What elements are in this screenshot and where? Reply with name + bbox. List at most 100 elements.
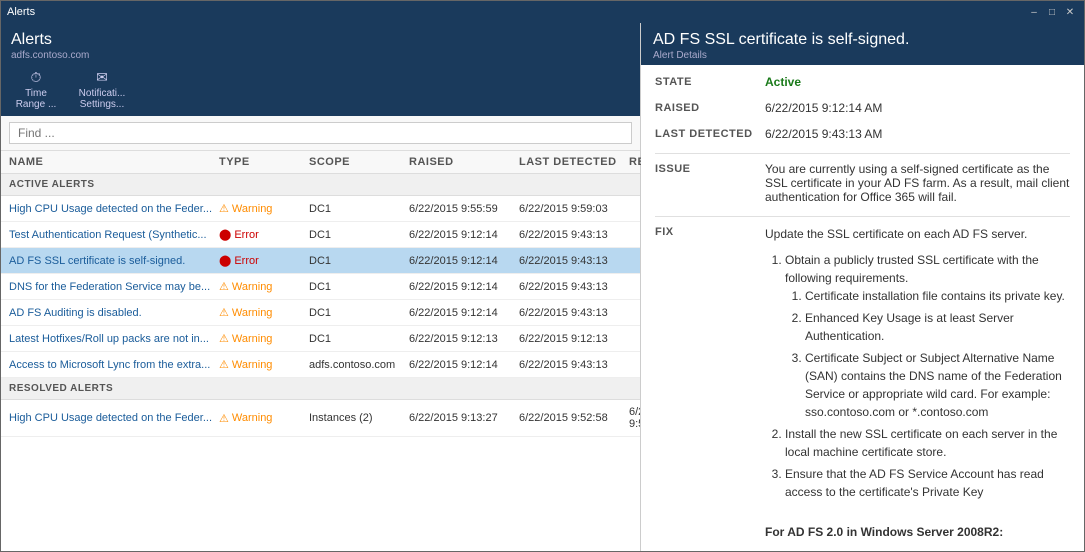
maximize-button[interactable]: □ (1044, 5, 1060, 19)
alert-raised: 6/22/2015 9:12:14 (409, 307, 519, 319)
bold-section: For AD FS 2.0 in Windows Server 2008R2: (765, 523, 1070, 541)
alert-raised: 6/22/2015 9:12:14 (409, 281, 519, 293)
detail-title: AD FS SSL certificate is self-signed. (653, 31, 1072, 49)
alert-raised: 6/22/2015 9:12:13 (409, 333, 519, 345)
fix-sub-step-1b: Enhanced Key Usage is at least Server Au… (805, 309, 1070, 345)
last-detected-row: LAST DETECTED 6/22/2015 9:43:13 AM (655, 127, 1070, 141)
resolved-alerts-header: RESOLVED ALERTS (1, 378, 640, 400)
notification-label: Notificati...Settings... (79, 88, 126, 110)
alert-row-selected[interactable]: AD FS SSL certificate is self-signed. ⬤ … (1, 248, 640, 274)
col-type: TYPE (219, 156, 309, 168)
state-label: STATE (655, 75, 765, 88)
alert-name: DNS for the Federation Service may be... (9, 281, 219, 293)
col-raised: RAISED (409, 156, 519, 168)
alert-raised: 6/22/2015 9:12:14 (409, 255, 519, 267)
alert-last-detected: 6/22/2015 9:43:13 (519, 359, 629, 371)
search-input[interactable] (9, 122, 632, 144)
alert-row[interactable]: High CPU Usage detected on the Feder... … (1, 400, 640, 437)
alert-scope: DC1 (309, 203, 409, 215)
alert-type: ⬤ Error (219, 228, 309, 241)
notification-settings-button[interactable]: ✉ Notificati...Settings... (77, 69, 127, 110)
toolbar: ⏱ TimeRange ... ✉ Notificati...Settings.… (1, 65, 640, 116)
panel-title: Alerts (11, 31, 630, 49)
alert-raised: 6/22/2015 9:12:14 (409, 359, 519, 371)
error-icon: ⬤ (219, 254, 231, 267)
alert-row[interactable]: Test Authentication Request (Synthetic..… (1, 222, 640, 248)
fix-value: Update the SSL certificate on each AD FS… (765, 225, 1070, 551)
warning-icon: ⚠ (219, 202, 229, 215)
time-range-button[interactable]: ⏱ TimeRange ... (11, 69, 61, 110)
alert-scope: DC1 (309, 281, 409, 293)
issue-value: You are currently using a self-signed ce… (765, 162, 1070, 204)
alert-name: Latest Hotfixes/Roll up packs are not in… (9, 333, 219, 345)
warning-icon: ⚠ (219, 332, 229, 345)
alert-row[interactable]: Latest Hotfixes/Roll up packs are not in… (1, 326, 640, 352)
alert-type: ⚠ Warning (219, 412, 309, 425)
alerts-list: ACTIVE ALERTS High CPU Usage detected on… (1, 174, 640, 551)
alert-name: AD FS Auditing is disabled. (9, 307, 219, 319)
state-row: STATE Active (655, 75, 1070, 89)
warning-icon: ⚠ (219, 358, 229, 371)
raised-value: 6/22/2015 9:12:14 AM (765, 101, 1070, 115)
raised-row: RAISED 6/22/2015 9:12:14 AM (655, 101, 1070, 115)
issue-label: ISSUE (655, 162, 765, 175)
warning-icon: ⚠ (219, 306, 229, 319)
table-header: NAME TYPE SCOPE RAISED LAST DETECTED RES… (1, 151, 640, 174)
alert-last-detected: 6/22/2015 9:59:03 (519, 203, 629, 215)
alert-type: ⚠ Warning (219, 332, 309, 345)
divider (655, 153, 1070, 154)
fix-label: FIX (655, 225, 765, 238)
time-range-label: TimeRange ... (16, 88, 57, 110)
time-range-icon: ⏱ (31, 69, 42, 86)
fix-sub-step-1a: Certificate installation file contains i… (805, 287, 1070, 305)
alert-name: High CPU Usage detected on the Feder... (9, 412, 219, 424)
alert-row[interactable]: DNS for the Federation Service may be...… (1, 274, 640, 300)
fix-step-2: Install the new SSL certificate on each … (785, 425, 1070, 461)
fix-steps-list: Obtain a publicly trusted SSL certificat… (785, 251, 1070, 501)
error-icon: ⬤ (219, 228, 231, 241)
app-window: Alerts – □ ✕ Alerts adfs.contoso.com ⏱ T… (0, 0, 1085, 552)
alert-raised: 6/22/2015 9:12:14 (409, 229, 519, 241)
close-button[interactable]: ✕ (1062, 5, 1078, 19)
detail-content[interactable]: STATE Active RAISED 6/22/2015 9:12:14 AM… (641, 65, 1084, 551)
alert-type: ⚠ Warning (219, 280, 309, 293)
alert-name: AD FS SSL certificate is self-signed. (9, 255, 219, 267)
alert-type: ⚠ Warning (219, 306, 309, 319)
fix-step-1: Obtain a publicly trusted SSL certificat… (785, 251, 1070, 421)
alert-scope: Instances (2) (309, 412, 409, 424)
alert-type: ⚠ Warning (219, 358, 309, 371)
alert-raised: 6/22/2015 9:13:27 (409, 412, 519, 424)
warning-icon: ⚠ (219, 412, 229, 425)
alert-row[interactable]: AD FS Auditing is disabled. ⚠ Warning DC… (1, 300, 640, 326)
alert-scope: DC1 (309, 307, 409, 319)
issue-row: ISSUE You are currently using a self-sig… (655, 162, 1070, 204)
alert-name: Access to Microsoft Lync from the extra.… (9, 359, 219, 371)
detail-header: AD FS SSL certificate is self-signed. Al… (641, 23, 1084, 65)
alert-row[interactable]: High CPU Usage detected on the Feder... … (1, 196, 640, 222)
alert-last-detected: 6/22/2015 9:52:58 (519, 412, 629, 424)
fix-row: FIX Update the SSL certificate on each A… (655, 225, 1070, 551)
alert-scope: DC1 (309, 333, 409, 345)
right-panel: AD FS SSL certificate is self-signed. Al… (641, 23, 1084, 551)
divider-2 (655, 216, 1070, 217)
state-value: Active (765, 75, 1070, 89)
alert-raised: 6/22/2015 9:55:59 (409, 203, 519, 215)
title-bar: Alerts – □ ✕ (1, 1, 1084, 23)
alert-name: Test Authentication Request (Synthetic..… (9, 229, 219, 241)
minimize-button[interactable]: – (1026, 5, 1042, 19)
fix-sub-steps-1: Certificate installation file contains i… (805, 287, 1070, 421)
fix-sub-step-1c: Certificate Subject or Subject Alternati… (805, 349, 1070, 421)
search-bar (1, 116, 640, 151)
alert-row[interactable]: Access to Microsoft Lync from the extra.… (1, 352, 640, 378)
main-layout: Alerts adfs.contoso.com ⏱ TimeRange ... … (1, 23, 1084, 551)
alert-scope: DC1 (309, 255, 409, 267)
bold-section-text: For AD FS 2.0 in Windows Server 2008R2: (765, 525, 1003, 539)
notification-icon: ✉ (96, 69, 108, 86)
window-title: Alerts (7, 6, 35, 18)
alert-last-detected: 6/22/2015 9:12:13 (519, 333, 629, 345)
detail-subtitle: Alert Details (653, 50, 1072, 61)
col-last-detected: LAST DETECTED (519, 156, 629, 168)
alert-name: High CPU Usage detected on the Feder... (9, 203, 219, 215)
warning-icon: ⚠ (219, 280, 229, 293)
alert-type: ⬤ Error (219, 254, 309, 267)
